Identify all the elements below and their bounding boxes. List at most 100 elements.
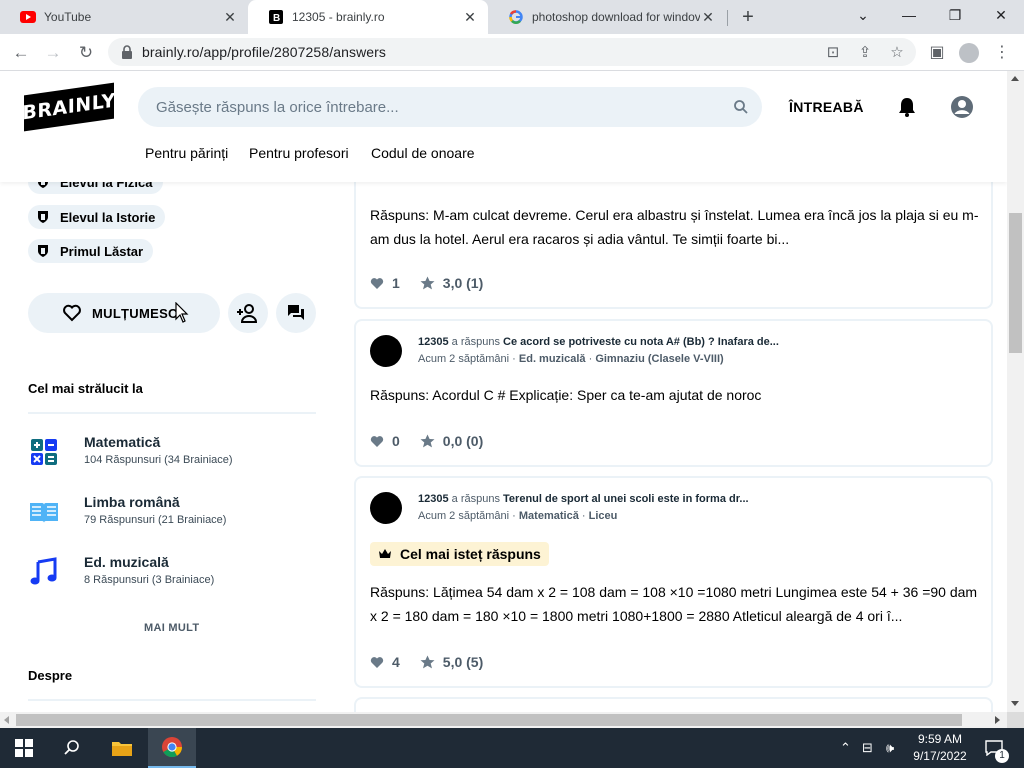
menu-kebab-icon[interactable]: ⋮ bbox=[991, 42, 1013, 64]
reload-button[interactable]: ↻ bbox=[73, 40, 99, 66]
music-icon bbox=[30, 557, 57, 585]
tab-title: photoshop download for windov bbox=[532, 10, 700, 24]
subject-name: Limba română bbox=[84, 494, 180, 510]
subject-link[interactable]: Ed. muzicală bbox=[519, 353, 586, 365]
chrome-taskbar-button[interactable] bbox=[148, 728, 196, 768]
folder-icon bbox=[112, 742, 132, 756]
forward-button[interactable]: → bbox=[40, 40, 66, 66]
shield-icon bbox=[38, 245, 48, 257]
level-link[interactable]: Gimnaziu (Clasele V-VIII) bbox=[595, 353, 723, 365]
user-avatar[interactable] bbox=[370, 335, 402, 367]
scroll-thumb[interactable] bbox=[16, 714, 962, 726]
start-button[interactable] bbox=[0, 728, 48, 768]
ask-question-button[interactable]: ÎNTREABĂ bbox=[789, 99, 864, 115]
tab-strip: YouTube ✕ B 12305 - brainly.ro ✕ photosh… bbox=[0, 0, 1024, 34]
subject-item-romanian[interactable]: Limba română 79 Răspunsuri (21 Brainiace… bbox=[28, 492, 318, 532]
follow-user-button[interactable] bbox=[228, 293, 268, 333]
clock-time: 9:59 AM bbox=[917, 732, 963, 746]
share-icon[interactable]: ⇪ bbox=[856, 44, 874, 62]
profile-sidebar: Elevul la Fizică Elevul la Istorie Primu… bbox=[0, 170, 340, 712]
search-icon[interactable] bbox=[732, 98, 750, 116]
notifications-button[interactable]: 1 bbox=[976, 728, 1012, 768]
subject-item-music[interactable]: Ed. muzicală 8 Răspunsuri (3 Brainiace) bbox=[28, 552, 318, 592]
user-avatar[interactable] bbox=[370, 492, 402, 524]
user-avatar-icon[interactable] bbox=[950, 95, 974, 119]
close-tab-icon[interactable]: ✕ bbox=[222, 9, 238, 25]
thank-you-button[interactable]: MULȚUMESC bbox=[28, 293, 220, 333]
scroll-up-arrow-icon[interactable] bbox=[1011, 76, 1019, 81]
new-tab-button[interactable]: + bbox=[736, 5, 760, 29]
answer-text[interactable]: Răspuns: Lățimea 54 dam x 2 = 108 dam = … bbox=[370, 580, 980, 628]
rank-badge: Elevul la Istorie bbox=[28, 205, 166, 229]
close-window-button[interactable]: ✕ bbox=[978, 0, 1024, 30]
close-tab-icon[interactable]: ✕ bbox=[700, 9, 716, 25]
answer-time: Acum 2 săptămâni bbox=[418, 353, 510, 365]
search-taskbar-button[interactable] bbox=[48, 728, 96, 768]
tab-youtube[interactable]: YouTube ✕ bbox=[0, 0, 248, 34]
volume-icon[interactable]: 🕪 bbox=[886, 740, 894, 756]
tab-google-search[interactable]: photoshop download for windov ✕ bbox=[488, 0, 726, 34]
file-explorer-button[interactable] bbox=[98, 728, 146, 768]
shield-icon bbox=[38, 211, 48, 223]
level-link[interactable]: Liceu bbox=[589, 510, 618, 522]
logo-text: BRAINLY bbox=[22, 89, 116, 125]
bookmark-star-icon[interactable]: ☆ bbox=[888, 44, 906, 62]
rating-value: 5,0 (5) bbox=[442, 654, 484, 670]
page-viewport: BRAINLY Găsește răspuns la orice întreba… bbox=[0, 71, 1007, 712]
back-button[interactable]: ← bbox=[8, 40, 34, 66]
tab-title: 12305 - brainly.ro bbox=[292, 10, 385, 24]
answer-card[interactable]: 12305 a răspuns Terenul de sport al unei… bbox=[354, 476, 993, 688]
message-user-button[interactable] bbox=[276, 293, 316, 333]
subject-item-math[interactable]: Matematică 104 Răspunsuri (34 Brainiace) bbox=[28, 432, 318, 472]
show-more-button[interactable]: MAI MULT bbox=[144, 622, 199, 634]
system-clock[interactable]: 9:59 AM 9/17/2022 bbox=[908, 731, 972, 765]
svg-text:B: B bbox=[273, 13, 280, 24]
minimize-button[interactable]: — bbox=[886, 0, 932, 30]
answer-card[interactable]: 12305 a răspuns Ce acord se potriveste c… bbox=[354, 319, 993, 467]
side-panel-icon[interactable]: ▣ bbox=[926, 42, 948, 64]
scroll-thumb[interactable] bbox=[1009, 213, 1022, 353]
nav-link-teachers[interactable]: Pentru profesori bbox=[249, 145, 349, 161]
site-header: BRAINLY Găsește răspuns la orice întreba… bbox=[0, 71, 1007, 182]
scroll-left-arrow-icon[interactable] bbox=[4, 716, 9, 724]
question-link[interactable]: Ce acord se potriveste cu nota A# (Bb) ?… bbox=[503, 336, 779, 348]
vertical-scrollbar[interactable] bbox=[1007, 71, 1024, 712]
profile-icon[interactable] bbox=[959, 43, 979, 63]
tab-brainly[interactable]: B 12305 - brainly.ro ✕ bbox=[248, 0, 488, 34]
answer-meta: Acum 2 săptămâni · Ed. muzicală · Gimnaz… bbox=[418, 353, 724, 365]
translate-icon[interactable]: ⊡ bbox=[824, 44, 842, 62]
nav-link-parents[interactable]: Pentru părinți bbox=[145, 145, 228, 161]
show-hidden-icons[interactable]: ⌃ bbox=[840, 740, 851, 756]
user-name[interactable]: 12305 bbox=[418, 493, 449, 505]
answer-card[interactable] bbox=[354, 697, 993, 712]
subject-link[interactable]: Matematică bbox=[519, 510, 579, 522]
network-icon[interactable]: ⊟ bbox=[862, 740, 873, 756]
scroll-down-arrow-icon[interactable] bbox=[1011, 701, 1019, 706]
answer-text[interactable]: Răspuns: M-am culcat devreme. Cerul era … bbox=[370, 203, 980, 251]
question-link[interactable]: Terenul de sport al unei scoli este in f… bbox=[503, 493, 749, 505]
star-icon bbox=[420, 434, 435, 448]
rank-badge: Primul Lăstar bbox=[28, 239, 154, 263]
crown-icon bbox=[379, 549, 391, 558]
user-name[interactable]: 12305 bbox=[418, 336, 449, 348]
search-placeholder: Găsește răspuns la orice întrebare... bbox=[156, 99, 399, 116]
answer-text[interactable]: Răspuns: Acordul C # Explicație: Sper ca… bbox=[370, 383, 980, 407]
address-bar[interactable]: brainly.ro/app/profile/2807258/answers ⊡… bbox=[108, 38, 916, 66]
brainly-logo[interactable]: BRAINLY bbox=[22, 82, 116, 132]
nav-link-honor-code[interactable]: Codul de onoare bbox=[371, 145, 475, 161]
search-icon bbox=[64, 740, 79, 755]
scroll-right-arrow-icon[interactable] bbox=[995, 716, 1000, 724]
chrome-icon bbox=[162, 737, 183, 758]
chat-icon bbox=[288, 305, 304, 320]
divider bbox=[28, 699, 316, 701]
search-input[interactable]: Găsește răspuns la orice întrebare... bbox=[138, 87, 762, 127]
notification-bell-icon[interactable] bbox=[896, 96, 918, 118]
answer-header: 12305 a răspuns Ce acord se potriveste c… bbox=[418, 336, 779, 348]
tab-search-icon[interactable]: ⌄ bbox=[840, 0, 886, 30]
close-tab-icon[interactable]: ✕ bbox=[462, 9, 478, 25]
best-answer-label: Cel mai isteț răspuns bbox=[400, 546, 541, 562]
horizontal-scrollbar[interactable] bbox=[0, 712, 1007, 728]
thank-you-label: MULȚUMESC bbox=[92, 305, 178, 321]
action-text: a răspuns bbox=[451, 493, 500, 505]
restore-button[interactable]: ❐ bbox=[932, 0, 978, 30]
